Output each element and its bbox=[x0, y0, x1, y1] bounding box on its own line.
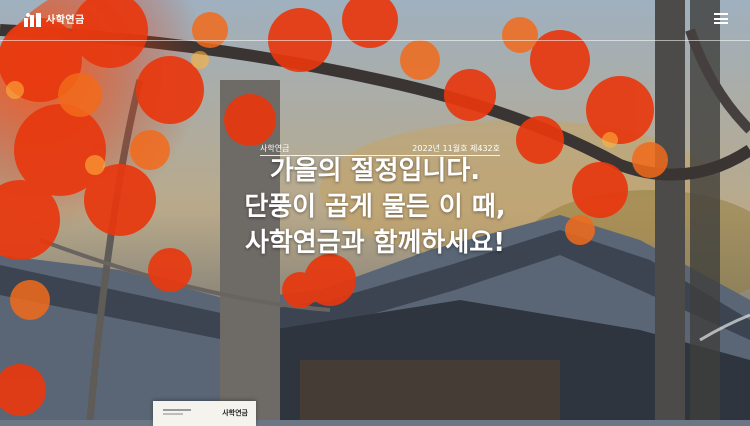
headline-line-3: 사학연금과 함께하세요! bbox=[244, 228, 506, 258]
card-decoration-line bbox=[163, 413, 183, 415]
site-logo[interactable]: 사학연금 bbox=[24, 11, 85, 27]
hamburger-menu-icon[interactable] bbox=[714, 13, 728, 24]
hero-headline: 가을의 절정입니다. 단풍이 곱게 물든 이 때, 사학연금과 함께하세요! bbox=[200, 153, 550, 261]
logo-text: 사학연금 bbox=[46, 15, 85, 26]
logo-emblem-icon bbox=[24, 12, 42, 27]
magazine-title: 사학연금 bbox=[222, 409, 248, 417]
top-navigation-bar: 사학연금 bbox=[0, 0, 750, 41]
headline-line-2: 단풍이 곱게 물든 이 때, bbox=[244, 192, 506, 222]
card-decoration-line bbox=[163, 409, 191, 411]
headline-line-1: 가을의 절정입니다. bbox=[269, 156, 481, 186]
magazine-cover-card[interactable]: 사학연금 bbox=[153, 401, 256, 426]
